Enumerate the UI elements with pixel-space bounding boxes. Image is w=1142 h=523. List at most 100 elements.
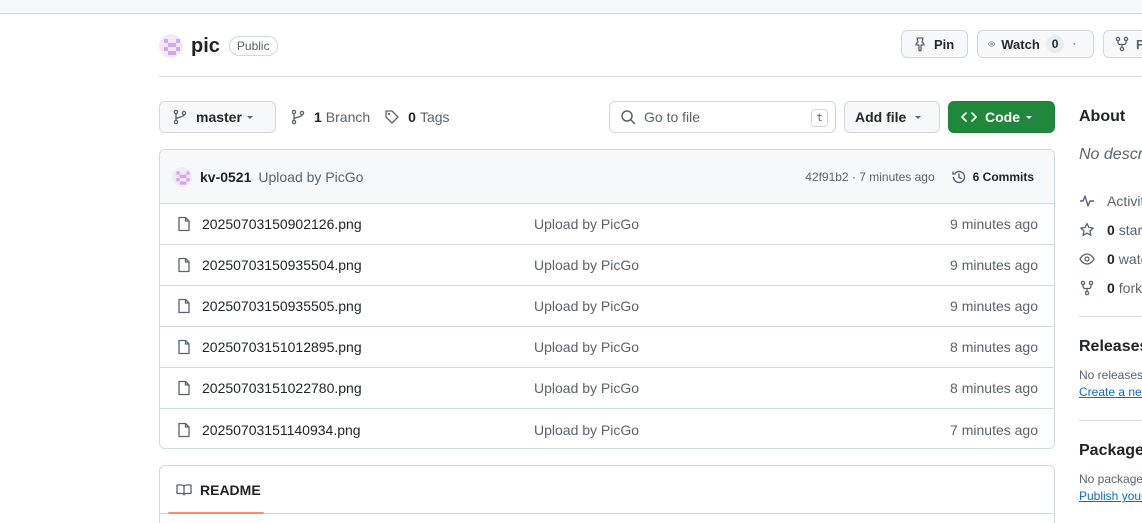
repo-header: pic Public: [159, 30, 278, 62]
file-row[interactable]: 20250703151140934.png Upload by PicGo 7 …: [160, 409, 1054, 448]
chevron-down-icon: [915, 116, 921, 119]
file-row[interactable]: 20250703150935504.png Upload by PicGo 9 …: [160, 245, 1054, 286]
activity-link[interactable]: Activit: [1079, 186, 1142, 215]
eye-icon: [988, 41, 996, 47]
watch-label: Watch: [1001, 36, 1040, 52]
branch-name: master: [196, 109, 242, 125]
code-icon: [961, 112, 977, 122]
search-icon: [621, 110, 636, 125]
repo-actions: Pin Watch 0 F: [901, 30, 1142, 58]
watchers-link[interactable]: 0 wate: [1079, 244, 1142, 273]
file-name[interactable]: 20250703150935505.png: [202, 298, 362, 314]
commits-link[interactable]: 6 Commits: [951, 169, 1034, 185]
star-icon: [1080, 222, 1094, 236]
branch-label: Branch: [325, 109, 371, 125]
go-to-file-placeholder: Go to file: [644, 109, 701, 125]
forks-link[interactable]: 0 fork: [1079, 273, 1142, 302]
tag-icon: [385, 110, 399, 124]
file-icon: [178, 257, 190, 273]
branch-selector[interactable]: master: [159, 101, 276, 133]
watch-count: 0: [1045, 35, 1065, 53]
add-file-button[interactable]: Add file: [844, 101, 940, 133]
chevron-down-icon: [1073, 43, 1077, 45]
repo-name[interactable]: pic: [191, 35, 220, 58]
forks-label: fork: [1118, 279, 1142, 296]
readme-tab[interactable]: README: [176, 482, 261, 498]
active-tab-underline: [168, 512, 264, 514]
pin-button[interactable]: Pin: [901, 30, 968, 58]
header-divider: [159, 76, 1142, 77]
file-commit-time: 9 minutes ago: [950, 298, 1038, 314]
about-heading: About: [1079, 108, 1126, 125]
releases-heading[interactable]: Releases: [1079, 338, 1142, 356]
stars-label: star: [1118, 221, 1142, 238]
file-commit-message[interactable]: Upload by PicGo: [534, 257, 639, 273]
commit-hash-time[interactable]: 42f91b2 · 7 minutes ago: [805, 170, 934, 184]
file-commit-message[interactable]: Upload by PicGo: [534, 298, 639, 314]
code-button[interactable]: Code: [948, 101, 1055, 133]
pin-label: Pin: [934, 36, 955, 52]
commit-author-avatar[interactable]: [172, 166, 192, 187]
about-description: No descri: [1079, 146, 1142, 163]
tag-count: 0: [408, 109, 416, 125]
file-commit-message[interactable]: Upload by PicGo: [534, 422, 639, 438]
chevron-down-icon: [1026, 116, 1032, 119]
file-commit-time: 9 minutes ago: [950, 216, 1038, 232]
file-icon: [178, 298, 190, 314]
create-release-link[interactable]: Create a nev: [1079, 385, 1142, 399]
file-name[interactable]: 20250703151140934.png: [202, 422, 361, 438]
sidebar-divider: [1079, 420, 1142, 421]
file-row[interactable]: 20250703150902126.png Upload by PicGo 9 …: [160, 204, 1054, 245]
file-commit-message[interactable]: Upload by PicGo: [534, 380, 639, 396]
code-label: Code: [985, 109, 1020, 125]
latest-commit-bar: kv-0521 Upload by PicGo 42f91b2 · 7 minu…: [160, 150, 1054, 204]
pin-icon: [915, 37, 925, 52]
readme-panel: README: [159, 465, 1055, 523]
file-name[interactable]: 20250703150902126.png: [202, 216, 362, 232]
branch-icon: [173, 109, 187, 125]
file-icon: [178, 216, 190, 232]
branch-icon: [291, 109, 305, 125]
stars-link[interactable]: 0 star: [1079, 215, 1142, 244]
file-commit-time: 9 minutes ago: [950, 257, 1038, 273]
fork-icon: [1080, 280, 1094, 295]
watchers-label: wate: [1118, 250, 1142, 267]
watch-button[interactable]: Watch 0: [977, 30, 1094, 58]
file-name[interactable]: 20250703151012895.png: [202, 339, 362, 355]
file-icon: [178, 422, 190, 437]
commits-label: 6 Commits: [972, 169, 1034, 184]
sidebar-divider: [1079, 316, 1142, 317]
packages-text: No package: [1079, 472, 1142, 486]
chevron-down-icon: [247, 116, 253, 119]
file-commit-message[interactable]: Upload by PicGo: [534, 339, 639, 355]
tags-link[interactable]: 0 Tags: [384, 109, 450, 125]
history-icon: [951, 170, 965, 183]
file-name[interactable]: 20250703150935504.png: [202, 257, 362, 273]
branches-link[interactable]: 1 Branch: [290, 109, 370, 125]
file-icon: [178, 339, 190, 355]
file-commit-time: 7 minutes ago: [950, 421, 1038, 438]
commit-meta: 42f91b2 · 7 minutes ago 6 Commits: [805, 169, 1034, 185]
packages-heading[interactable]: Packages: [1079, 442, 1142, 460]
file-commit-time: 8 minutes ago: [950, 380, 1038, 396]
readme-divider: [160, 513, 1054, 514]
file-row[interactable]: 20250703151022780.png Upload by PicGo 8 …: [160, 368, 1054, 409]
file-row[interactable]: 20250703151012895.png Upload by PicGo 8 …: [160, 327, 1054, 368]
file-commit-time: 8 minutes ago: [950, 339, 1038, 355]
commit-author[interactable]: kv-0521: [200, 169, 251, 185]
branch-toolbar: master 1 Branch 0 Tags: [159, 101, 450, 133]
top-bar: [0, 0, 1142, 14]
fork-label: F: [1136, 36, 1142, 52]
go-to-file-input[interactable]: Go to file t: [609, 101, 836, 133]
book-icon: [176, 484, 192, 496]
file-name[interactable]: 20250703151022780.png: [202, 380, 362, 396]
file-row[interactable]: 20250703150935505.png Upload by PicGo 9 …: [160, 286, 1054, 327]
owner-avatar[interactable]: [159, 34, 183, 58]
fork-button[interactable]: F: [1103, 30, 1142, 58]
pulse-icon: [1080, 194, 1094, 207]
commit-message[interactable]: Upload by PicGo: [258, 169, 363, 185]
about-sidebar: About No descri Activit 0 star 0 wate 0 …: [1079, 108, 1142, 503]
publish-package-link[interactable]: Publish your: [1079, 489, 1142, 503]
file-commit-message[interactable]: Upload by PicGo: [534, 216, 639, 232]
visibility-badge: Public: [228, 36, 278, 56]
